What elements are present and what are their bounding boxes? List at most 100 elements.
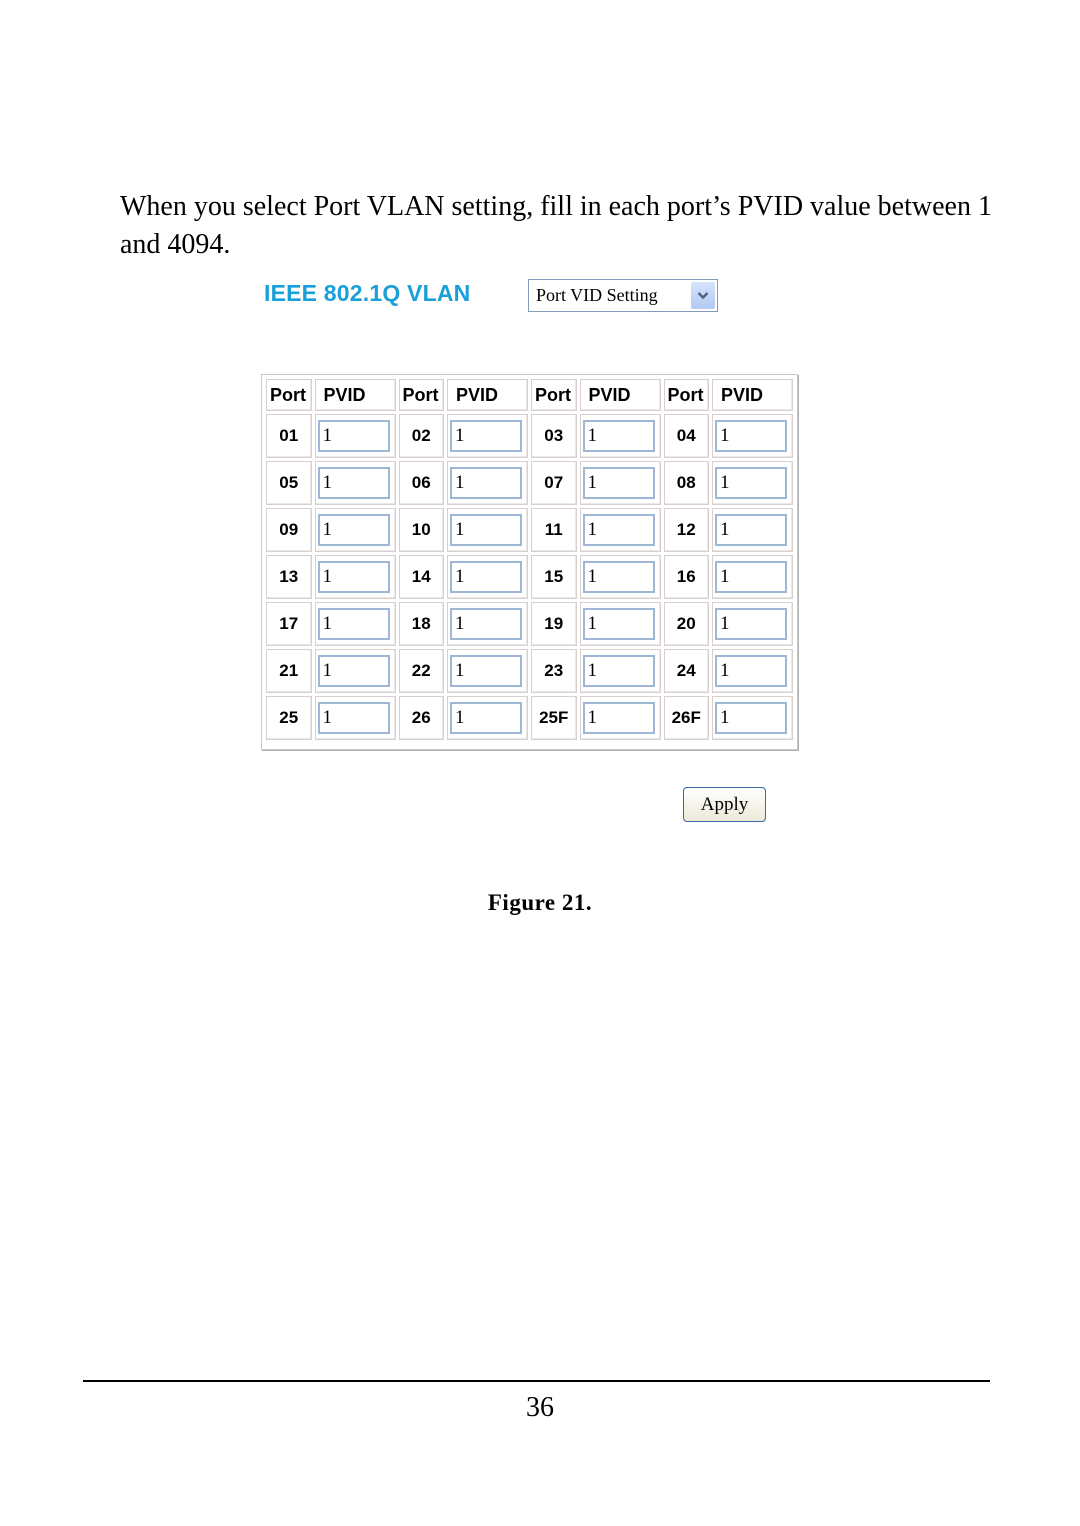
pvid-cell: [447, 696, 528, 740]
pvid-cell: [314, 649, 396, 693]
pvid-input-port-18[interactable]: [450, 608, 522, 640]
port-number: 19: [531, 602, 577, 646]
pvid-cell: [314, 602, 396, 646]
pvid-input-port-26F[interactable]: [715, 702, 787, 734]
port-number: 26F: [663, 696, 709, 740]
port-number: 12: [663, 508, 709, 552]
pvid-input-port-02[interactable]: [450, 420, 522, 452]
pvid-input-port-14[interactable]: [450, 561, 522, 593]
port-number: 03: [531, 414, 577, 458]
table-row: 05 06 07 08: [266, 461, 793, 505]
port-number: 10: [398, 508, 444, 552]
pvid-cell: [712, 461, 793, 505]
table-row: 09 10 11 12: [266, 508, 793, 552]
pvid-cell: [314, 696, 396, 740]
pvid-input-port-10[interactable]: [450, 514, 522, 546]
pvid-cell: [314, 414, 396, 458]
pvid-cell: [579, 508, 661, 552]
pvid-cell: [314, 461, 396, 505]
port-number: 22: [398, 649, 444, 693]
vlan-mode-value: Port VID Setting: [536, 285, 658, 305]
pvid-column-header: PVID: [579, 379, 661, 411]
port-number: 13: [266, 555, 312, 599]
dropdown-button[interactable]: [691, 282, 715, 309]
pvid-input-port-01[interactable]: [317, 420, 390, 452]
pvid-input-port-03[interactable]: [582, 420, 655, 452]
port-number: 08: [663, 461, 709, 505]
vlan-mode-select[interactable]: Port VID Setting: [528, 279, 718, 312]
intro-paragraph: When you select Port VLAN setting, fill …: [120, 191, 992, 260]
port-number: 02: [398, 414, 444, 458]
pvid-cell: [712, 508, 793, 552]
port-number: 21: [266, 649, 312, 693]
pvid-column-header: PVID: [447, 379, 528, 411]
port-number: 01: [266, 414, 312, 458]
table-row: 25 26 25F 26F: [266, 696, 793, 740]
pvid-input-port-24[interactable]: [715, 655, 787, 687]
port-number: 16: [663, 555, 709, 599]
port-number: 09: [266, 508, 312, 552]
chevron-down-icon: [697, 292, 709, 300]
pvid-input-port-25F[interactable]: [582, 702, 655, 734]
pvid-cell: [712, 649, 793, 693]
port-number: 23: [531, 649, 577, 693]
pvid-input-port-19[interactable]: [582, 608, 655, 640]
figure-caption: Figure 21.: [487, 890, 593, 915]
pvid-input-port-15[interactable]: [582, 561, 655, 593]
pvid-cell: [712, 555, 793, 599]
port-column-header: Port: [531, 379, 577, 411]
apply-button[interactable]: Apply: [683, 787, 766, 822]
pvid-cell: [447, 602, 528, 646]
pvid-input-port-11[interactable]: [582, 514, 655, 546]
pvid-input-port-08[interactable]: [715, 467, 787, 499]
port-number: 11: [531, 508, 577, 552]
table-row: 17 18 19 20: [266, 602, 793, 646]
footer-divider: [83, 1380, 990, 1382]
pvid-input-port-21[interactable]: [317, 655, 390, 687]
pvid-column-header: PVID: [314, 379, 396, 411]
table-header-row: Port PVID Port PVID Port PVID Port PVID: [266, 379, 793, 411]
pvid-input-port-23[interactable]: [582, 655, 655, 687]
pvid-cell: [314, 508, 396, 552]
pvid-input-port-09[interactable]: [317, 514, 390, 546]
port-number: 25F: [531, 696, 577, 740]
port-number: 07: [531, 461, 577, 505]
pvid-cell: [712, 414, 793, 458]
pvid-cell: [579, 461, 661, 505]
pvid-input-port-17[interactable]: [317, 608, 390, 640]
table-row: 01 02 03 04: [266, 414, 793, 458]
port-number: 20: [663, 602, 709, 646]
pvid-input-port-12[interactable]: [715, 514, 787, 546]
port-number: 05: [266, 461, 312, 505]
port-column-header: Port: [663, 379, 709, 411]
pvid-input-port-04[interactable]: [715, 420, 787, 452]
pvid-input-port-05[interactable]: [317, 467, 390, 499]
pvid-cell: [579, 414, 661, 458]
pvid-input-port-16[interactable]: [715, 561, 787, 593]
pvid-cell: [712, 696, 793, 740]
pvid-input-port-25[interactable]: [317, 702, 390, 734]
pvid-cell: [447, 508, 528, 552]
pvid-cell: [447, 649, 528, 693]
pvid-input-port-06[interactable]: [450, 467, 522, 499]
pvid-cell: [447, 461, 528, 505]
table-row: 21 22 23 24: [266, 649, 793, 693]
pvid-cell: [579, 555, 661, 599]
port-number: 24: [663, 649, 709, 693]
pvid-cell: [579, 649, 661, 693]
port-column-header: Port: [266, 379, 312, 411]
port-number: 15: [531, 555, 577, 599]
port-number: 17: [266, 602, 312, 646]
pvid-input-port-13[interactable]: [317, 561, 390, 593]
port-number: 25: [266, 696, 312, 740]
port-number: 14: [398, 555, 444, 599]
port-number: 06: [398, 461, 444, 505]
pvid-input-port-26[interactable]: [450, 702, 522, 734]
port-number: 04: [663, 414, 709, 458]
pvid-input-port-07[interactable]: [582, 467, 655, 499]
pvid-input-port-22[interactable]: [450, 655, 522, 687]
pvid-input-port-20[interactable]: [715, 608, 787, 640]
vlan-panel-title: IEEE 802.1Q VLAN: [264, 280, 471, 306]
pvid-column-header: PVID: [712, 379, 793, 411]
table-row: 13 14 15 16: [266, 555, 793, 599]
